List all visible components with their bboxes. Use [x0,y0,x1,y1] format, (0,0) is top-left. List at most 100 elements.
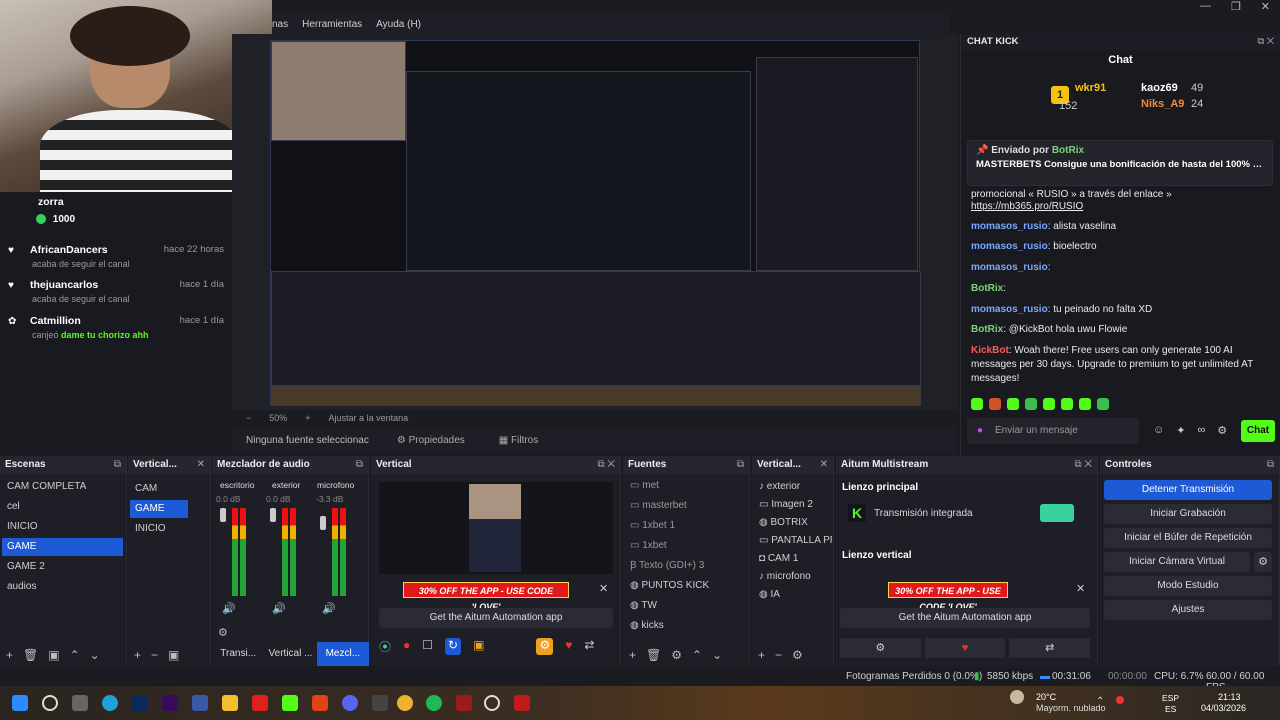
vertical-source-item[interactable]: ▭ Imagen 2 [754,496,832,514]
mixer-settings-icon[interactable]: ⚙ [218,626,228,639]
dock-float-icon[interactable]: ⧉ [356,456,363,474]
folder-icon[interactable] [222,695,238,711]
emote-icon[interactable] [1043,398,1055,410]
scene-item[interactable]: cel [2,498,123,516]
promo-banner[interactable]: 30% OFF THE APP - USE CODE 'LOVE' [403,582,569,612]
chat-username[interactable]: momasos_rusio [971,241,1048,252]
weather-temp[interactable]: 20°C [1036,692,1056,702]
stop-stream-button[interactable]: Detener Transmisión [1104,480,1272,500]
chat-username[interactable]: KickBot [971,345,1009,356]
fit-to-window-select[interactable]: Ajustar a la ventana [329,413,409,423]
studio-mode-button[interactable]: Modo Estudio [1104,576,1272,596]
filters-button[interactable]: ▦ Filtros [493,432,544,449]
emote-icon[interactable] [1079,398,1091,410]
close-icon[interactable]: ⧉ ✕ [597,456,615,474]
scene-item[interactable]: audios [2,578,123,596]
chat-link[interactable]: https://mb365.pro/RUSIO [971,200,1271,214]
add-icon[interactable]: + [629,648,636,662]
volume-slider[interactable] [220,508,226,522]
clock-date[interactable]: 04/03/2026 [1201,703,1246,713]
vertical-source-item[interactable]: ◘ CAM 1 [754,550,832,568]
up-icon[interactable]: ⌃ [692,648,702,662]
start-virtual-camera-button[interactable]: Iniciar Cámara Virtual [1104,552,1250,572]
dock-float-close-icons[interactable]: ⧉ ✕ [1257,34,1274,50]
emote-icon[interactable] [971,398,983,410]
search-icon[interactable] [42,695,58,711]
source-item[interactable]: ◍ PUNTOS KICK [625,577,745,595]
down-icon[interactable]: ⌄ [90,648,100,662]
emote-icon[interactable] [1007,398,1019,410]
dock-float-icon[interactable]: ⧉ [114,456,121,474]
vertical-scene-item-selected[interactable]: GAME [130,500,188,518]
app-icon[interactable] [372,695,388,711]
emote-icon[interactable] [1025,398,1037,410]
trash-icon[interactable]: 🗑 [646,648,661,662]
filter-icon[interactable]: ▣ [168,648,179,662]
mute-icon[interactable]: 🔊 [322,602,336,615]
promo-banner[interactable]: 30% OFF THE APP - USE CODE 'LOVE' [888,582,1008,612]
chat-username[interactable]: BotRix [971,283,1003,294]
start-recording-button[interactable]: Iniciar Grabación [1104,504,1272,524]
settings-icon[interactable]: ⚙ [1217,424,1227,437]
send-chat-button[interactable]: Chat [1241,420,1275,442]
mute-icon[interactable]: 🔊 [222,602,236,615]
get-app-button[interactable]: Get the Aitum Automation app [379,608,613,628]
share-icon[interactable]: ⇄ [1009,638,1091,658]
remove-icon[interactable]: − [775,648,782,662]
app-icon[interactable] [252,695,268,711]
scene-item[interactable]: GAME 2 [2,558,123,576]
app-icon[interactable] [192,695,208,711]
screenshot-icon[interactable]: ▣ [473,638,484,655]
dock-float-icon[interactable]: ⧉ [737,456,744,474]
chat-username[interactable]: momasos_rusio [971,304,1048,315]
close-icon[interactable]: ✕ [197,456,205,474]
gift-icon[interactable]: ✦ [1176,424,1185,437]
gear-icon[interactable]: ⚙ [671,648,682,662]
tab-transitions[interactable]: Transi... [212,642,264,666]
close-icon[interactable]: ⧉ ✕ [1074,456,1092,474]
emote-picker-icon[interactable]: ☺ [1153,424,1164,437]
keyboard-layout[interactable]: ES [1165,704,1176,714]
close-icon[interactable]: ✕ [599,582,608,595]
close-icon[interactable]: ✕ [820,456,828,474]
premiere-icon[interactable] [162,695,178,711]
heart-icon[interactable]: ♥ [565,638,572,655]
preview-canvas[interactable] [232,34,957,424]
menu-item-scenes[interactable]: nas [272,19,288,30]
minimize-button[interactable]: — [1200,0,1211,14]
emote-icon[interactable] [1097,398,1109,410]
maximize-button[interactable]: ❐ [1231,0,1241,14]
tray-chevron-icon[interactable]: ⌃ [1096,696,1104,707]
close-button[interactable]: ✕ [1261,0,1270,14]
vertical-source-item[interactable]: ◍ IA [754,586,832,604]
task-view-icon[interactable] [72,695,88,711]
virtual-camera-settings-icon[interactable]: ⚙ [1254,552,1272,572]
source-item[interactable]: ◍ TW [625,597,745,615]
zoom-plus-button[interactable]: + [305,413,310,423]
start-replay-buffer-button[interactable]: Iniciar el Búfer de Repetición [1104,528,1272,548]
trash-icon[interactable]: 🗑 [23,648,38,662]
chrome-icon[interactable] [397,695,413,711]
volume-slider[interactable] [320,516,326,530]
add-icon[interactable]: + [6,648,13,662]
mute-icon[interactable]: 🔊 [272,602,286,615]
source-item[interactable]: ▭ met [625,477,745,495]
spotify-icon[interactable] [426,695,442,711]
language-indicator[interactable]: ESP [1162,693,1179,703]
app-icon[interactable] [514,695,530,711]
share-icon[interactable]: ⇄ [584,638,594,655]
menu-item-help[interactable]: Ayuda (H) [376,19,421,30]
windows-start-icon[interactable] [12,695,28,711]
obs-icon[interactable] [484,695,500,711]
emote-icon[interactable] [1061,398,1073,410]
up-icon[interactable]: ⌃ [70,648,80,662]
get-app-button[interactable]: Get the Aitum Automation app [840,608,1090,628]
vertical-canvas[interactable] [379,482,613,574]
source-item[interactable]: ◍ kicks [625,617,745,635]
vertical-source-item[interactable]: ♪ exterior [754,478,832,496]
chat-input[interactable]: ● Enviar un mensaje [967,418,1139,444]
properties-button[interactable]: ⚙ Propiedades [391,432,471,449]
app-icon[interactable] [456,695,472,711]
vertical-source-item[interactable]: ◍ BOTRIX [754,514,832,532]
volume-slider[interactable] [270,508,276,522]
